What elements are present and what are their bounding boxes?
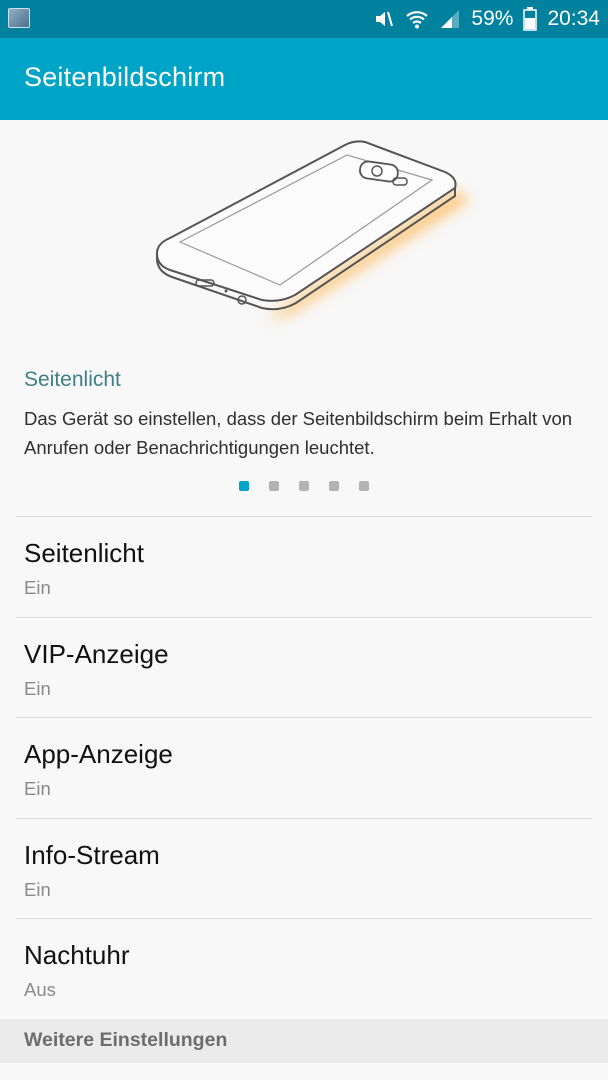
setting-info-stream[interactable]: Info-Stream Ein (16, 817, 592, 919)
setting-vip-anzeige[interactable]: VIP-Anzeige Ein (16, 616, 592, 718)
setting-status: Ein (24, 577, 51, 598)
app-bar: Seitenbildschirm (0, 38, 608, 120)
page-indicator-dot[interactable] (359, 481, 369, 491)
setting-title: Seitenlicht (24, 538, 144, 568)
battery-percent: 59% (471, 7, 514, 30)
page-indicator-dot[interactable] (239, 481, 249, 491)
feature-description: Das Gerät so einstellen, dass der Seiten… (24, 408, 573, 458)
signal-icon (439, 8, 461, 30)
page-indicator-dot[interactable] (329, 481, 339, 491)
section-header-more-settings: Weitere Einstellungen (0, 1019, 608, 1063)
page-indicator-dot[interactable] (269, 481, 279, 491)
wifi-icon (405, 8, 429, 30)
battery-icon (523, 7, 538, 31)
setting-status: Ein (24, 778, 51, 799)
setting-seitenlicht[interactable]: Seitenlicht Ein (16, 516, 592, 617)
status-icons: 59% 20:34 (373, 0, 600, 38)
setting-title: Nachtuhr (24, 940, 130, 970)
setting-title: App-Anzeige (24, 739, 173, 769)
mute-icon (373, 8, 395, 30)
settings-list: Seitenlicht Ein VIP-Anzeige Ein App-Anze… (0, 516, 608, 1019)
setting-nachtuhr[interactable]: Nachtuhr Aus (16, 918, 592, 1019)
section-header-label: Weitere Einstellungen (24, 1029, 228, 1051)
setting-status: Ein (24, 878, 51, 900)
page-indicator-dot[interactable] (299, 481, 309, 491)
setting-title: Info-Stream (24, 839, 160, 870)
setting-status: Aus (24, 979, 56, 1000)
clock: 20:34 (547, 7, 600, 30)
page-indicator (0, 481, 608, 491)
feature-title: Seitenlicht (24, 368, 121, 391)
setting-title: VIP-Anzeige (24, 638, 169, 669)
gallery-thumbnail-icon (8, 8, 30, 28)
page-title: Seitenbildschirm (24, 62, 226, 92)
phone-illustration[interactable] (0, 120, 608, 350)
setting-status: Ein (24, 677, 51, 699)
setting-app-anzeige[interactable]: App-Anzeige Ein (16, 717, 592, 818)
status-bar: 59% 20:34 (0, 0, 608, 38)
